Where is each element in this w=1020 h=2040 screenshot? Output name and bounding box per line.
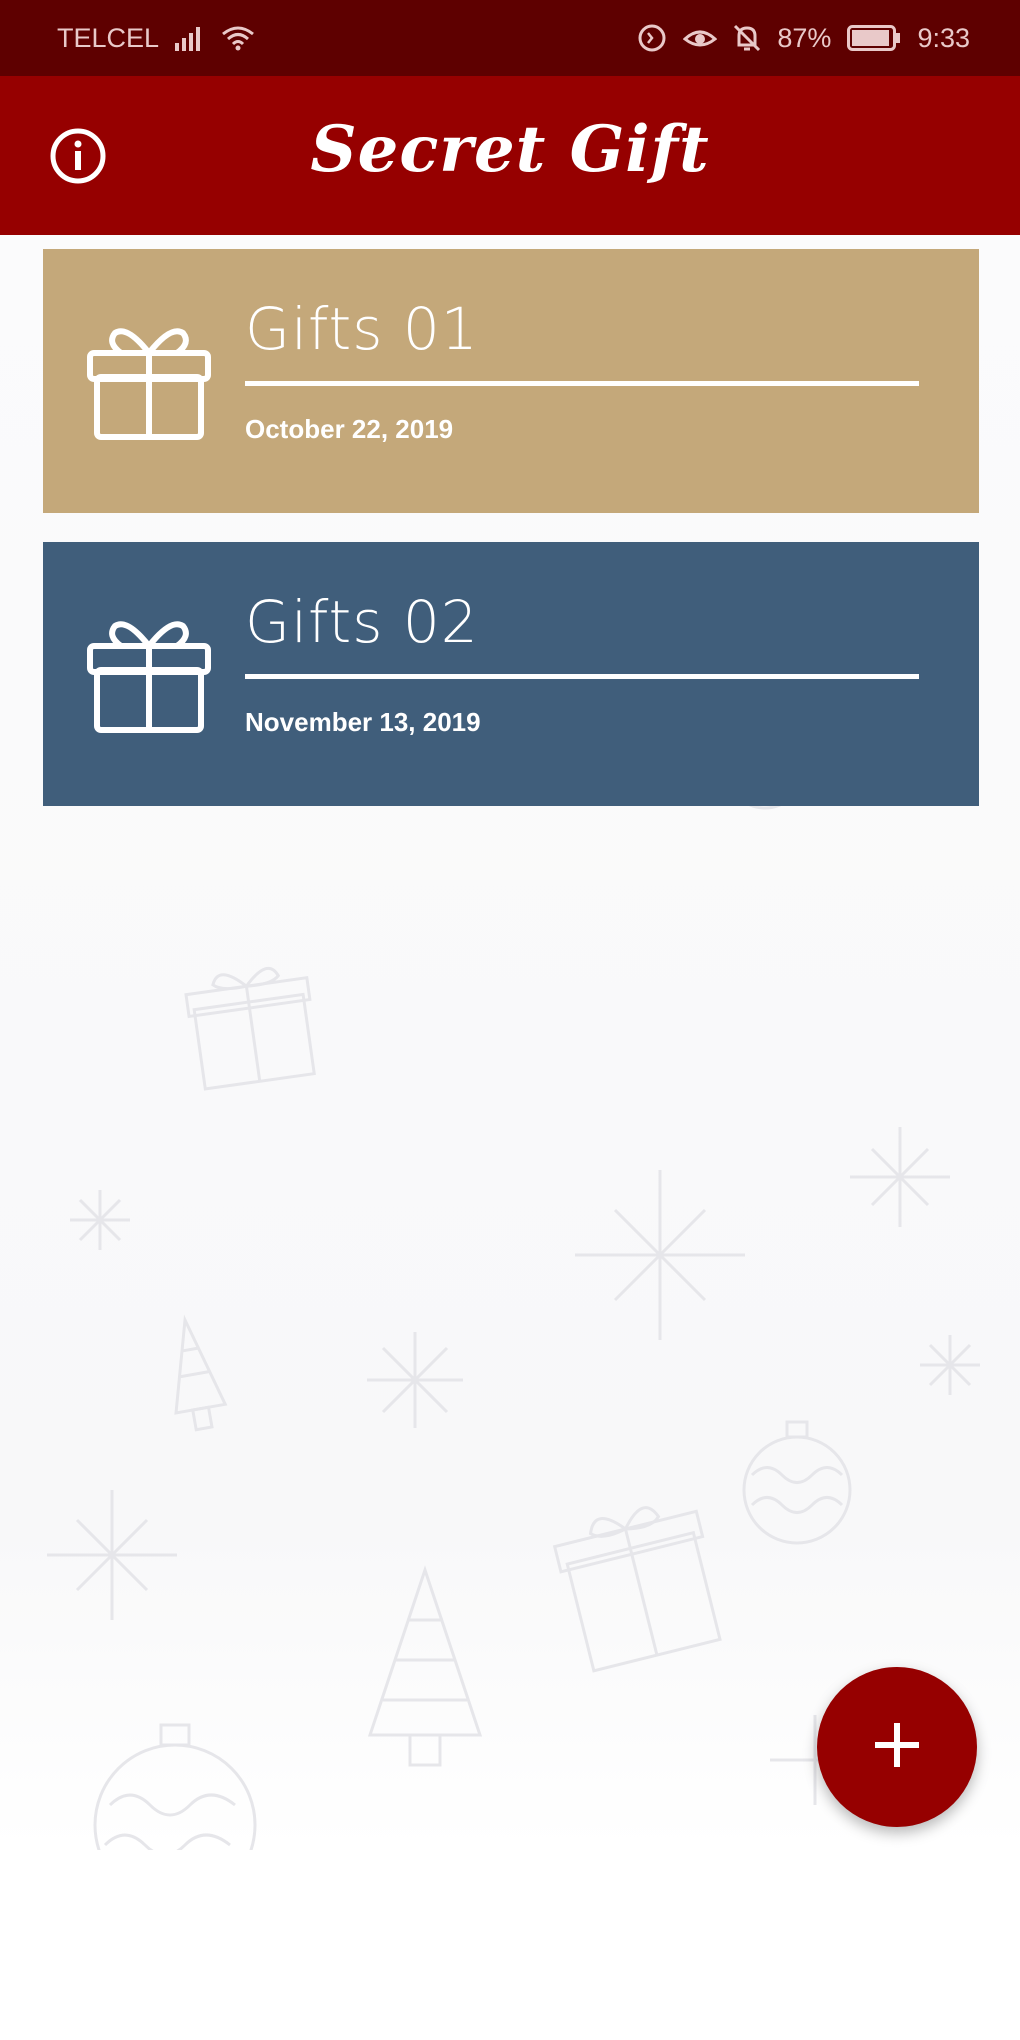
status-right: 87% 9:33 xyxy=(637,23,970,54)
plus-icon xyxy=(875,1722,919,1772)
battery-percent: 87% xyxy=(777,22,832,53)
carrier-label: TELCEL xyxy=(57,22,160,53)
card-divider xyxy=(245,381,919,386)
card-divider xyxy=(245,674,919,679)
gift-list-title: Gifts 02 xyxy=(245,588,479,656)
gift-icon xyxy=(87,612,211,741)
data-saver-icon xyxy=(637,23,667,53)
signal-icon xyxy=(175,25,205,51)
battery-icon xyxy=(847,25,901,51)
gift-list-card[interactable]: Gifts 02 November 13, 2019 xyxy=(43,542,979,806)
wifi-icon xyxy=(221,24,255,52)
add-gift-list-button[interactable] xyxy=(817,1667,977,1827)
gift-icon xyxy=(87,319,211,448)
gift-list-area: Gifts 01 October 22, 2019 Gifts 02 Novem… xyxy=(0,235,1020,1850)
status-left: TELCEL xyxy=(57,23,255,54)
gift-list-date: October 22, 2019 xyxy=(245,414,454,444)
gift-list-card[interactable]: Gifts 01 October 22, 2019 xyxy=(43,249,979,513)
eye-comfort-icon xyxy=(683,25,718,51)
gift-list-title: Gifts 01 xyxy=(245,295,479,363)
clock: 9:33 xyxy=(917,22,970,53)
gift-list-date: November 13, 2019 xyxy=(245,707,481,737)
app-bar: Secret Gift xyxy=(0,76,1020,235)
notifications-off-icon xyxy=(733,23,761,53)
app-title: Secret Gift xyxy=(310,112,710,187)
status-bar: TELCEL 87% 9:33 xyxy=(0,0,1020,76)
